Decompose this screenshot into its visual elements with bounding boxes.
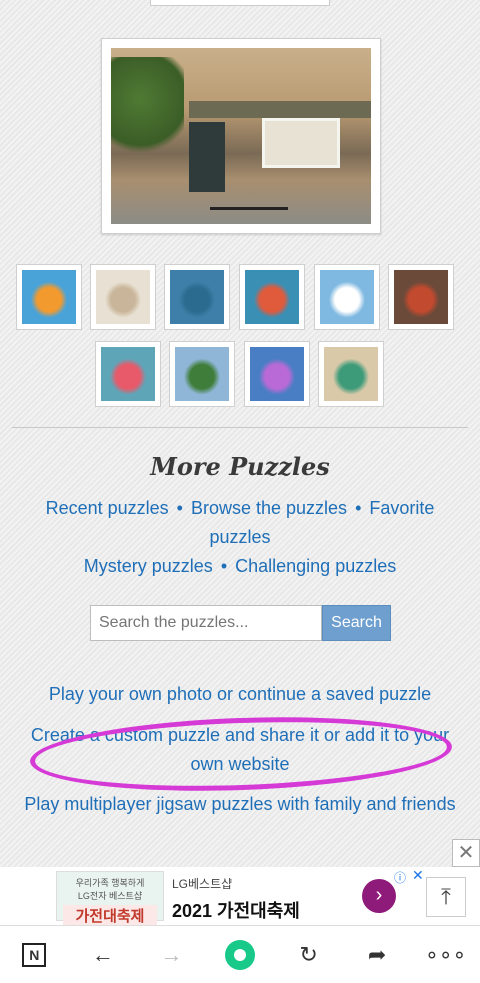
thumbnail-image <box>101 347 155 401</box>
browser-toolbar: N ← → ↻ ➦ ∘∘∘ <box>0 925 480 983</box>
scroll-to-top-button[interactable]: ⤒ <box>426 877 466 917</box>
ad-banner[interactable]: 우리가족 행복하게 LG전자 베스트샵 가전대축제 LG베스트샵 2021 가전… <box>0 867 480 926</box>
divider <box>12 427 468 428</box>
thumbnail-daisies[interactable] <box>314 264 380 330</box>
recent-puzzles-link[interactable]: Recent puzzles <box>46 498 169 518</box>
green-dot-icon <box>224 939 255 970</box>
search-button[interactable]: Search <box>322 605 391 641</box>
bullet: • <box>176 498 183 518</box>
challenging-puzzles-link[interactable]: Challenging puzzles <box>235 556 396 576</box>
ad-close-icon[interactable]: ✕ <box>412 867 424 884</box>
own-photo-link[interactable]: Play your own photo or continue a saved … <box>0 680 480 709</box>
thumbnail-image <box>170 270 224 324</box>
search-input[interactable] <box>90 605 322 641</box>
more-puzzles-heading: More Puzzles <box>150 452 330 481</box>
thumbnail-image <box>320 270 374 324</box>
bullet: • <box>220 556 228 576</box>
thumbnail-mountain-lake[interactable] <box>169 341 235 407</box>
thumbnail-street-houses[interactable] <box>90 264 156 330</box>
thumbnail-green-doorway[interactable] <box>318 341 384 407</box>
ad-brand: LG베스트샵 <box>172 877 233 891</box>
browse-puzzles-link[interactable]: Browse the puzzles <box>191 498 347 518</box>
roof <box>189 100 371 119</box>
n-icon: N <box>22 942 47 967</box>
search-form: Search <box>90 605 391 641</box>
thumbnail-flower-house[interactable] <box>95 341 161 407</box>
puzzle-links: Recent puzzles • Browse the puzzles • Favori… <box>20 494 460 581</box>
shop-photo <box>111 48 371 224</box>
featured-puzzle-image[interactable] <box>101 38 381 234</box>
thumbnail-image <box>96 270 150 324</box>
ad-image: 우리가족 행복하게 LG전자 베스트샵 가전대축제 <box>56 871 164 926</box>
thumbnail-wreath-door[interactable] <box>164 264 230 330</box>
naver-home-button[interactable]: N <box>12 933 56 977</box>
thumbnail-cupcakes[interactable] <box>244 341 310 407</box>
ad-close-outer-button[interactable]: ✕ <box>452 839 480 867</box>
thumbnail-image <box>394 270 448 324</box>
thumbnail-image <box>175 347 229 401</box>
thumbnail-image <box>324 347 378 401</box>
back-button[interactable]: ← <box>81 933 125 977</box>
thumbnail-boats[interactable] <box>239 264 305 330</box>
thumbnail-image <box>245 270 299 324</box>
thumbnail-goldfish[interactable] <box>16 264 82 330</box>
shop-window <box>261 118 340 168</box>
ad-img-top: 우리가족 행복하게 <box>75 878 145 888</box>
multiplayer-link[interactable]: Play multiplayer jigsaw puzzles with fam… <box>0 790 480 819</box>
more-menu-button[interactable]: ∘∘∘ <box>424 933 468 977</box>
bullet: • <box>355 498 362 518</box>
top-frame-edge <box>150 0 330 6</box>
ad-img-big: 가전대축제 <box>63 905 157 926</box>
share-button[interactable]: ➦ <box>355 933 399 977</box>
ad-info-icon[interactable]: ⓘ <box>394 869 406 886</box>
mystery-puzzles-link[interactable]: Mystery puzzles <box>84 556 213 576</box>
bicycle <box>209 171 288 210</box>
ad-go-icon[interactable]: › <box>362 879 396 913</box>
ad-headline: 2021 가전대축제 <box>172 901 300 921</box>
ivy <box>111 56 184 163</box>
forward-button[interactable]: → <box>149 933 193 977</box>
thumbnail-image <box>22 270 76 324</box>
thumbnail-image <box>250 347 304 401</box>
green-dot-button[interactable] <box>218 933 262 977</box>
ad-img-sub: LG전자 베스트샵 <box>77 891 143 901</box>
thumbnail-carousel[interactable] <box>388 264 454 330</box>
reload-button[interactable]: ↻ <box>287 933 331 977</box>
